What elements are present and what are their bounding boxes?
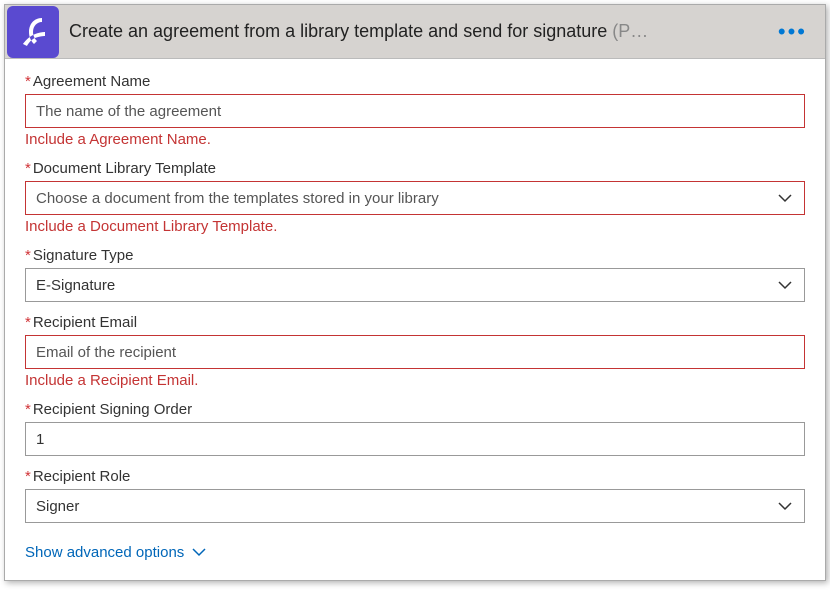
show-advanced-options-link[interactable]: Show advanced options xyxy=(25,543,208,561)
signature-type-value: E-Signature xyxy=(36,277,776,294)
recipient-role-label: *Recipient Role xyxy=(25,468,805,485)
signing-order-label: *Recipient Signing Order xyxy=(25,401,805,418)
recipient-email-input[interactable] xyxy=(36,344,794,361)
field-recipient-email: *Recipient Email Include a Recipient Ema… xyxy=(25,314,805,389)
card-header: Create an agreement from a library templ… xyxy=(5,5,825,59)
field-signing-order: *Recipient Signing Order xyxy=(25,401,805,456)
signature-type-label: *Signature Type xyxy=(25,247,805,264)
adobe-acrobat-icon xyxy=(7,6,59,58)
document-template-label: *Document Library Template xyxy=(25,160,805,177)
chevron-down-icon xyxy=(190,543,208,561)
agreement-name-input[interactable] xyxy=(36,103,794,120)
chevron-down-icon xyxy=(776,497,794,515)
agreement-name-input-wrapper xyxy=(25,94,805,128)
field-document-template: *Document Library Template Choose a docu… xyxy=(25,160,805,235)
signing-order-input-wrapper xyxy=(25,422,805,456)
card-body: *Agreement Name Include a Agreement Name… xyxy=(5,59,825,580)
recipient-email-label: *Recipient Email xyxy=(25,314,805,331)
chevron-down-icon xyxy=(776,276,794,294)
document-template-value: Choose a document from the templates sto… xyxy=(36,190,776,207)
field-agreement-name: *Agreement Name Include a Agreement Name… xyxy=(25,73,805,148)
recipient-role-value: Signer xyxy=(36,498,776,515)
field-recipient-role: *Recipient Role Signer xyxy=(25,468,805,523)
signature-type-select[interactable]: E-Signature xyxy=(25,268,805,302)
recipient-email-error: Include a Recipient Email. xyxy=(25,372,805,389)
document-template-select[interactable]: Choose a document from the templates sto… xyxy=(25,181,805,215)
action-card: Create an agreement from a library templ… xyxy=(4,4,826,581)
signing-order-input[interactable] xyxy=(36,431,794,448)
recipient-role-select[interactable]: Signer xyxy=(25,489,805,523)
show-advanced-options-label: Show advanced options xyxy=(25,544,184,561)
recipient-email-input-wrapper xyxy=(25,335,805,369)
agreement-name-label: *Agreement Name xyxy=(25,73,805,90)
field-signature-type: *Signature Type E-Signature xyxy=(25,247,805,302)
agreement-name-error: Include a Agreement Name. xyxy=(25,131,805,148)
card-title: Create an agreement from a library templ… xyxy=(69,21,772,42)
chevron-down-icon xyxy=(776,189,794,207)
more-menu-button[interactable]: ••• xyxy=(772,19,813,45)
document-template-error: Include a Document Library Template. xyxy=(25,218,805,235)
